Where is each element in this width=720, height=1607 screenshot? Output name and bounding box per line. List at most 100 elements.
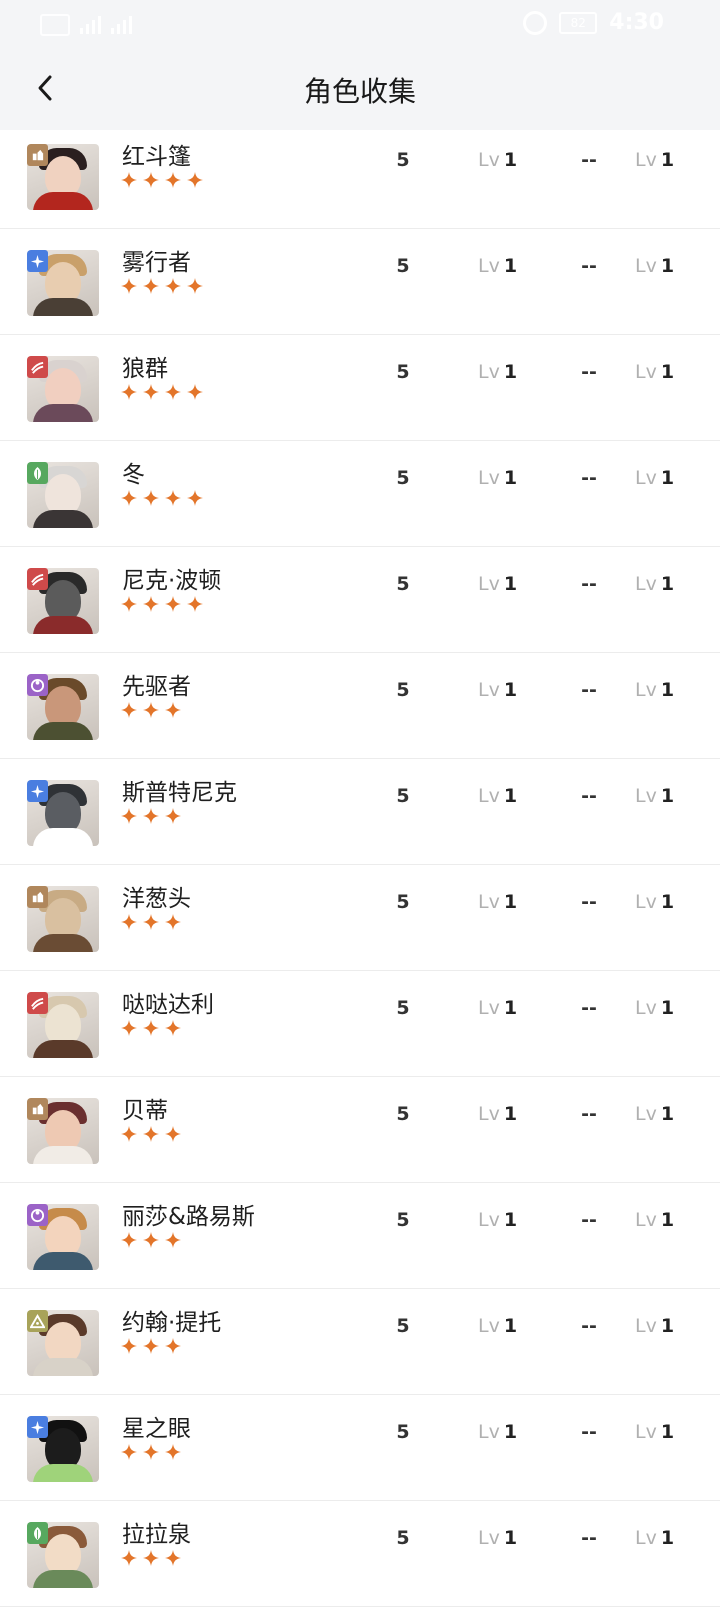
star-rating bbox=[120, 1125, 182, 1147]
star-icon bbox=[120, 913, 138, 935]
character-row[interactable]: 斯普特尼克 5 Lv 1 -- Lv 1 bbox=[0, 759, 720, 865]
star-icon bbox=[120, 595, 138, 617]
level-number: 1 bbox=[503, 1315, 518, 1337]
level-number: 1 bbox=[660, 361, 675, 383]
star-icon bbox=[120, 277, 138, 299]
claw-icon bbox=[27, 356, 48, 378]
clock: 4:30 bbox=[609, 10, 664, 35]
level-number: 1 bbox=[660, 679, 675, 701]
star-rating bbox=[120, 171, 204, 193]
empty-value: -- bbox=[581, 1103, 597, 1125]
empty-value: -- bbox=[581, 997, 597, 1019]
character-count: 5 bbox=[396, 785, 410, 807]
star-rating bbox=[120, 383, 204, 405]
character-row[interactable]: 雾行者 5 Lv 1 -- Lv 1 bbox=[0, 229, 720, 335]
rock-icon bbox=[27, 144, 48, 166]
star-icon bbox=[186, 277, 204, 299]
character-name: 洋葱头 bbox=[122, 886, 191, 912]
character-name: 尼克·波顿 bbox=[122, 568, 222, 594]
character-avatar bbox=[27, 568, 99, 634]
empty-value: -- bbox=[581, 467, 597, 489]
moon-icon bbox=[27, 1204, 48, 1226]
character-avatar bbox=[27, 1310, 99, 1376]
triangle-icon bbox=[27, 1310, 48, 1332]
empty-value: -- bbox=[581, 361, 597, 383]
level-number: 1 bbox=[503, 785, 518, 807]
character-avatar bbox=[27, 1204, 99, 1270]
star-icon bbox=[164, 171, 182, 193]
character-avatar bbox=[27, 144, 99, 210]
character-count: 5 bbox=[396, 1103, 410, 1125]
moon-icon bbox=[27, 674, 48, 696]
character-row[interactable]: 红斗篷 5 Lv 1 -- Lv 1 bbox=[0, 123, 720, 229]
skill-level-value: Lv 1 bbox=[635, 997, 674, 1019]
level-label: Lv bbox=[478, 891, 500, 913]
level-label: Lv bbox=[635, 361, 657, 383]
level-number: 1 bbox=[503, 1527, 518, 1549]
level-number: 1 bbox=[660, 1315, 675, 1337]
level-number: 1 bbox=[503, 361, 518, 383]
character-name: 先驱者 bbox=[122, 674, 191, 700]
character-name: 雾行者 bbox=[122, 250, 191, 276]
level-value: Lv 1 bbox=[478, 255, 517, 277]
star-icon bbox=[186, 489, 204, 511]
star-icon bbox=[142, 1549, 160, 1571]
empty-value: -- bbox=[581, 1527, 597, 1549]
empty-value: -- bbox=[581, 679, 597, 701]
character-row[interactable]: 洋葱头 5 Lv 1 -- Lv 1 bbox=[0, 865, 720, 971]
alarm-icon bbox=[523, 10, 548, 35]
skill-level-value: Lv 1 bbox=[635, 255, 674, 277]
character-avatar bbox=[27, 780, 99, 846]
character-row[interactable]: 约翰·提托 5 Lv 1 -- Lv 1 bbox=[0, 1289, 720, 1395]
level-value: Lv 1 bbox=[478, 1421, 517, 1443]
character-row[interactable]: 星之眼 5 Lv 1 -- Lv 1 bbox=[0, 1395, 720, 1501]
level-label: Lv bbox=[478, 255, 500, 277]
character-row[interactable]: 丽莎&路易斯 5 Lv 1 -- Lv 1 bbox=[0, 1183, 720, 1289]
star-icon bbox=[27, 1416, 48, 1438]
rock-icon bbox=[27, 886, 48, 908]
star-icon bbox=[142, 1337, 160, 1359]
skill-level-value: Lv 1 bbox=[635, 785, 674, 807]
character-count: 5 bbox=[396, 679, 410, 701]
star-icon bbox=[142, 1019, 160, 1041]
character-row[interactable]: 哒哒达利 5 Lv 1 -- Lv 1 bbox=[0, 971, 720, 1077]
star-icon bbox=[164, 913, 182, 935]
character-name: 丽莎&路易斯 bbox=[122, 1204, 255, 1230]
character-row[interactable]: 先驱者 5 Lv 1 -- Lv 1 bbox=[0, 653, 720, 759]
star-rating bbox=[120, 913, 182, 935]
character-row[interactable]: 冬 5 Lv 1 -- Lv 1 bbox=[0, 441, 720, 547]
star-icon bbox=[120, 171, 138, 193]
level-label: Lv bbox=[635, 1527, 657, 1549]
level-label: Lv bbox=[478, 573, 500, 595]
character-row[interactable]: 贝蒂 5 Lv 1 -- Lv 1 bbox=[0, 1077, 720, 1183]
character-name: 星之眼 bbox=[122, 1416, 191, 1442]
character-name: 哒哒达利 bbox=[122, 992, 214, 1018]
character-row[interactable]: 狼群 5 Lv 1 -- Lv 1 bbox=[0, 335, 720, 441]
character-avatar bbox=[27, 886, 99, 952]
character-count: 5 bbox=[396, 255, 410, 277]
level-label: Lv bbox=[478, 1421, 500, 1443]
level-number: 1 bbox=[503, 573, 518, 595]
level-number: 1 bbox=[660, 997, 675, 1019]
level-label: Lv bbox=[635, 255, 657, 277]
level-label: Lv bbox=[635, 679, 657, 701]
star-icon bbox=[164, 701, 182, 723]
star-icon bbox=[186, 171, 204, 193]
level-value: Lv 1 bbox=[478, 785, 517, 807]
status-bar: 82 4:30 bbox=[0, 0, 720, 52]
skill-level-value: Lv 1 bbox=[635, 1103, 674, 1125]
character-row[interactable]: 拉拉泉 5 Lv 1 -- Lv 1 bbox=[0, 1501, 720, 1607]
empty-value: -- bbox=[581, 1209, 597, 1231]
star-icon bbox=[164, 1125, 182, 1147]
character-name: 拉拉泉 bbox=[122, 1522, 191, 1548]
empty-value: -- bbox=[581, 573, 597, 595]
character-avatar bbox=[27, 250, 99, 316]
level-number: 1 bbox=[660, 467, 675, 489]
character-row[interactable]: 尼克·波顿 5 Lv 1 -- Lv 1 bbox=[0, 547, 720, 653]
level-number: 1 bbox=[660, 1209, 675, 1231]
star-rating bbox=[120, 277, 204, 299]
character-count: 5 bbox=[396, 1209, 410, 1231]
star-rating bbox=[120, 1443, 182, 1465]
character-name: 狼群 bbox=[122, 356, 168, 382]
character-count: 5 bbox=[396, 573, 410, 595]
